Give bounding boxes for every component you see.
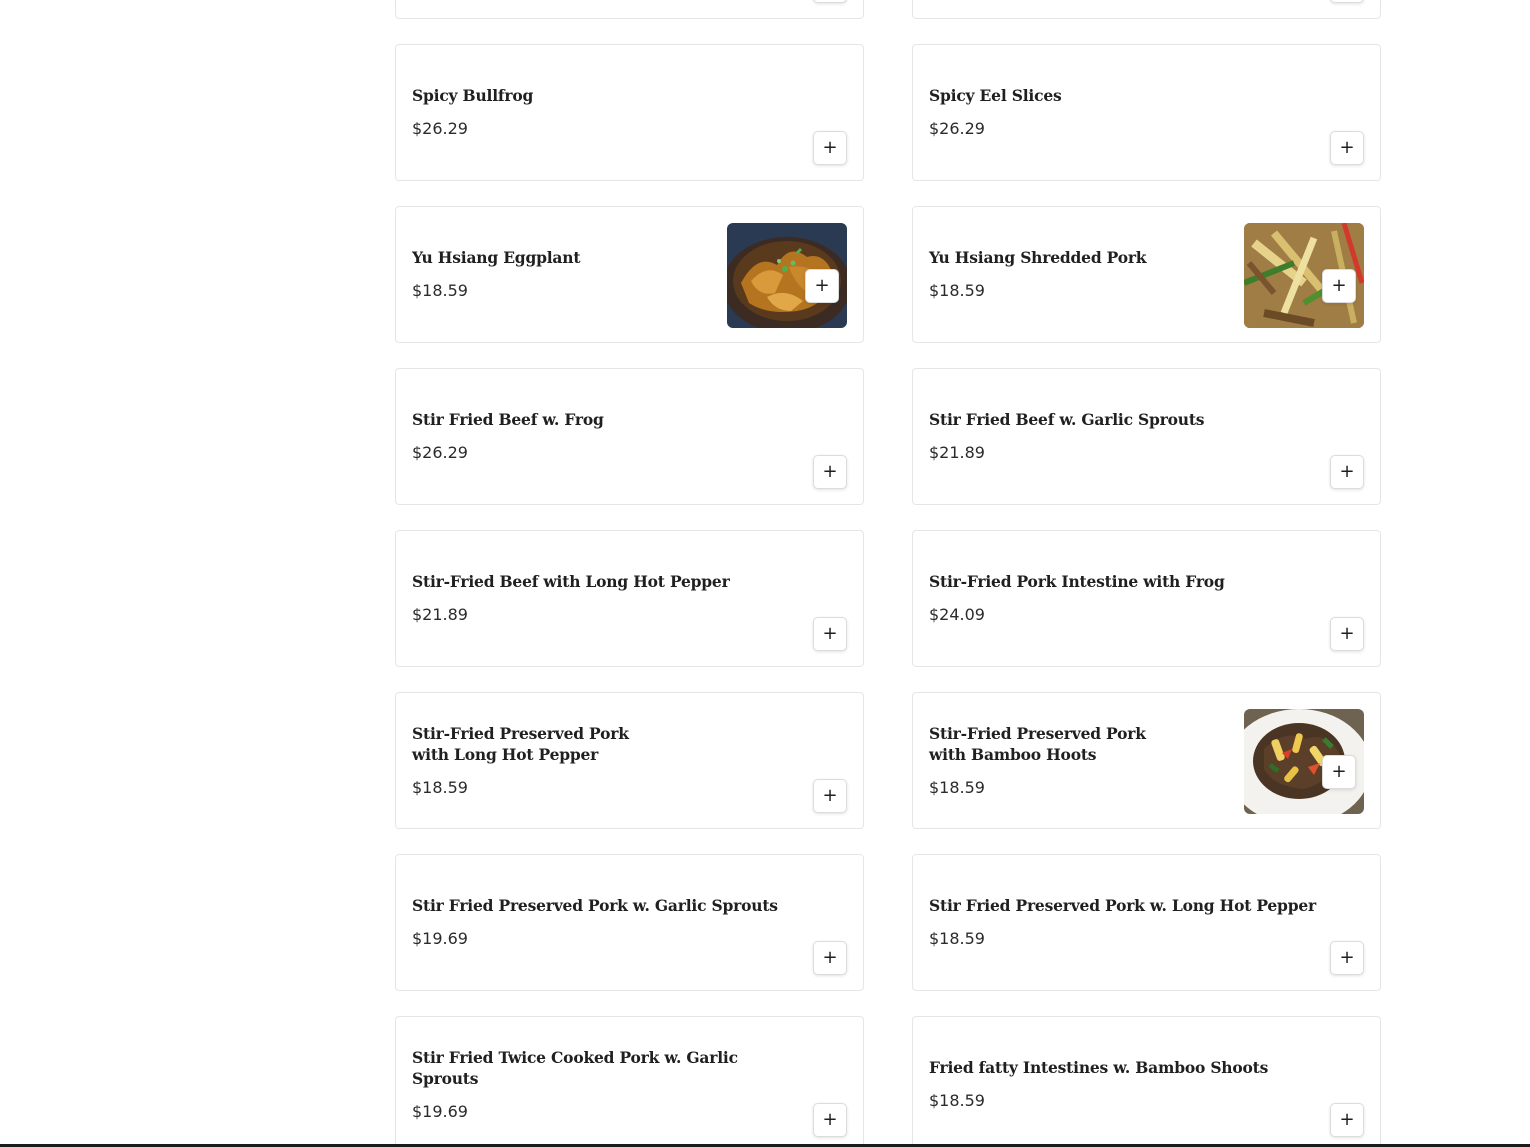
menu-item-price: $18.59: [929, 777, 985, 797]
menu-item-card[interactable]: Stir-Fried Preserved Pork with Bamboo Ho…: [912, 692, 1381, 829]
add-to-cart-button[interactable]: +: [813, 779, 847, 813]
menu-item-price: $26.29: [412, 443, 468, 462]
menu-item-card[interactable]: Stir-Fried Pork Intestine with Frog $24.0…: [912, 530, 1381, 667]
menu-item-name: Yu Hsiang Shredded Pork: [929, 248, 1147, 267]
add-to-cart-button[interactable]: +: [1330, 941, 1364, 975]
menu-item-name: Stir-Fried Preserved Pork with Bamboo Ho…: [929, 723, 1146, 764]
menu-item-price: $18.59: [412, 281, 468, 300]
menu-item-text: [412, 0, 803, 18]
menu-item-price: $21.89: [412, 605, 468, 624]
menu-item-text: Stir-Fried Beef with Long Hot Pepper $21.…: [412, 531, 803, 666]
menu-item-price: $18.59: [929, 929, 985, 948]
menu-item-card[interactable]: Stir Fried Preserved Pork w. Long Hot Pe…: [912, 854, 1381, 991]
menu-item-text: Stir Fried Preserved Pork w. Garlic Spro…: [412, 855, 803, 990]
menu-item-name: Spicy Bullfrog: [412, 86, 534, 105]
menu-item-name: Spicy Eel Slices: [929, 86, 1062, 105]
add-to-cart-button[interactable]: +: [813, 0, 847, 3]
menu-item-name: Stir Fried Beef w. Frog: [412, 410, 604, 429]
menu-item-text: Spicy Bullfrog $26.29: [412, 45, 803, 180]
menu-item-price: $19.69: [412, 929, 468, 948]
menu-item-card[interactable]: Stir Fried Beef w. Frog $26.29 +: [395, 368, 864, 505]
add-to-cart-button[interactable]: +: [805, 269, 839, 303]
menu-item-name: Fried fatty Intestines w. Bamboo Shoots: [929, 1058, 1269, 1077]
add-to-cart-button[interactable]: +: [813, 1103, 847, 1137]
menu-item-text: Stir-Fried Pork Intestine with Frog $24.0…: [929, 531, 1320, 666]
menu-item-text: Yu Hsiang Shredded Pork $18.59: [929, 207, 1220, 342]
add-to-cart-button[interactable]: +: [1322, 755, 1356, 789]
menu-item-price: $26.29: [929, 119, 985, 138]
add-to-cart-button[interactable]: +: [813, 131, 847, 165]
add-to-cart-button[interactable]: +: [813, 455, 847, 489]
menu-item-price: $24.09: [929, 605, 985, 624]
menu-item-name: Stir-Fried Preserved Pork with Long Hot …: [412, 723, 629, 764]
menu-item-name: Stir-Fried Pork Intestine with Frog: [929, 572, 1225, 591]
menu-item-text: Stir Fried Beef w. Garlic Sprouts $21.89: [929, 369, 1320, 504]
add-to-cart-button[interactable]: +: [1330, 131, 1364, 165]
menu-item-text: Fried fatty Intestines w. Bamboo Shoots $…: [929, 1017, 1320, 1147]
menu-item-text: [929, 0, 1320, 18]
add-to-cart-button[interactable]: +: [1330, 617, 1364, 651]
menu-item-price: $18.59: [929, 1091, 985, 1110]
menu-item-price: $18.59: [412, 777, 468, 797]
menu-item-name: Stir Fried Preserved Pork w. Garlic Spro…: [412, 896, 778, 915]
menu-item-name: Stir-Fried Beef with Long Hot Pepper: [412, 572, 730, 591]
menu-item-name: Stir Fried Preserved Pork w. Long Hot Pe…: [929, 896, 1316, 915]
menu-item-card[interactable]: Spicy Bullfrog $26.29 +: [395, 44, 864, 181]
menu-item-card[interactable]: Spicy Eel Slices $26.29 +: [912, 44, 1381, 181]
add-to-cart-button[interactable]: +: [1330, 1103, 1364, 1137]
menu-item-name: Yu Hsiang Eggplant: [412, 248, 581, 267]
menu-item-card[interactable]: Yu Hsiang Eggplant $18.59 +: [395, 206, 864, 343]
menu-item-text: Spicy Eel Slices $26.29: [929, 45, 1320, 180]
menu-item-price: $26.29: [412, 119, 468, 138]
menu-item-text: Stir-Fried Preserved Pork with Bamboo Ho…: [929, 693, 1220, 828]
menu-item-price: $21.89: [929, 443, 985, 462]
menu-item-card[interactable]: Fried fatty Intestines w. Bamboo Shoots $…: [912, 1016, 1381, 1147]
menu-item-card[interactable]: Stir Fried Beef w. Garlic Sprouts $21.89 +: [912, 368, 1381, 505]
menu-item-text: Stir Fried Preserved Pork w. Long Hot Pe…: [929, 855, 1320, 990]
menu-item-card[interactable]: +: [912, 0, 1381, 19]
menu-item-name: Stir Fried Beef w. Garlic Sprouts: [929, 410, 1205, 429]
add-to-cart-button[interactable]: +: [813, 941, 847, 975]
menu-item-name: Stir Fried Twice Cooked Pork w. Garlic S…: [412, 1047, 738, 1088]
add-to-cart-button[interactable]: +: [813, 617, 847, 651]
menu-item-card[interactable]: Stir Fried Preserved Pork w. Garlic Spro…: [395, 854, 864, 991]
menu-item-card[interactable]: +: [395, 0, 864, 19]
menu-items-grid: + + Spicy Bullfrog $26.29 + Spicy Eel Slices $…: [395, 0, 1381, 1147]
menu-item-price: $19.69: [412, 1101, 468, 1121]
menu-item-text: Stir-Fried Preserved Pork with Long Hot …: [412, 693, 803, 828]
menu-item-text: Stir Fried Twice Cooked Pork w. Garlic S…: [412, 1017, 803, 1147]
menu-item-card[interactable]: Stir-Fried Beef with Long Hot Pepper $21.…: [395, 530, 864, 667]
add-to-cart-button[interactable]: +: [1330, 455, 1364, 489]
menu-item-text: Stir Fried Beef w. Frog $26.29: [412, 369, 803, 504]
menu-viewport: + + Spicy Bullfrog $26.29 + Spicy Eel Slices $…: [0, 0, 1530, 1147]
menu-item-card[interactable]: Stir-Fried Preserved Pork with Long Hot …: [395, 692, 864, 829]
menu-item-price: $18.59: [929, 281, 985, 300]
add-to-cart-button[interactable]: +: [1322, 269, 1356, 303]
add-to-cart-button[interactable]: +: [1330, 0, 1364, 3]
menu-item-card[interactable]: Stir Fried Twice Cooked Pork w. Garlic S…: [395, 1016, 864, 1147]
menu-item-text: Yu Hsiang Eggplant $18.59: [412, 207, 703, 342]
menu-item-card[interactable]: Yu Hsiang Shredded Pork $18.59 +: [912, 206, 1381, 343]
